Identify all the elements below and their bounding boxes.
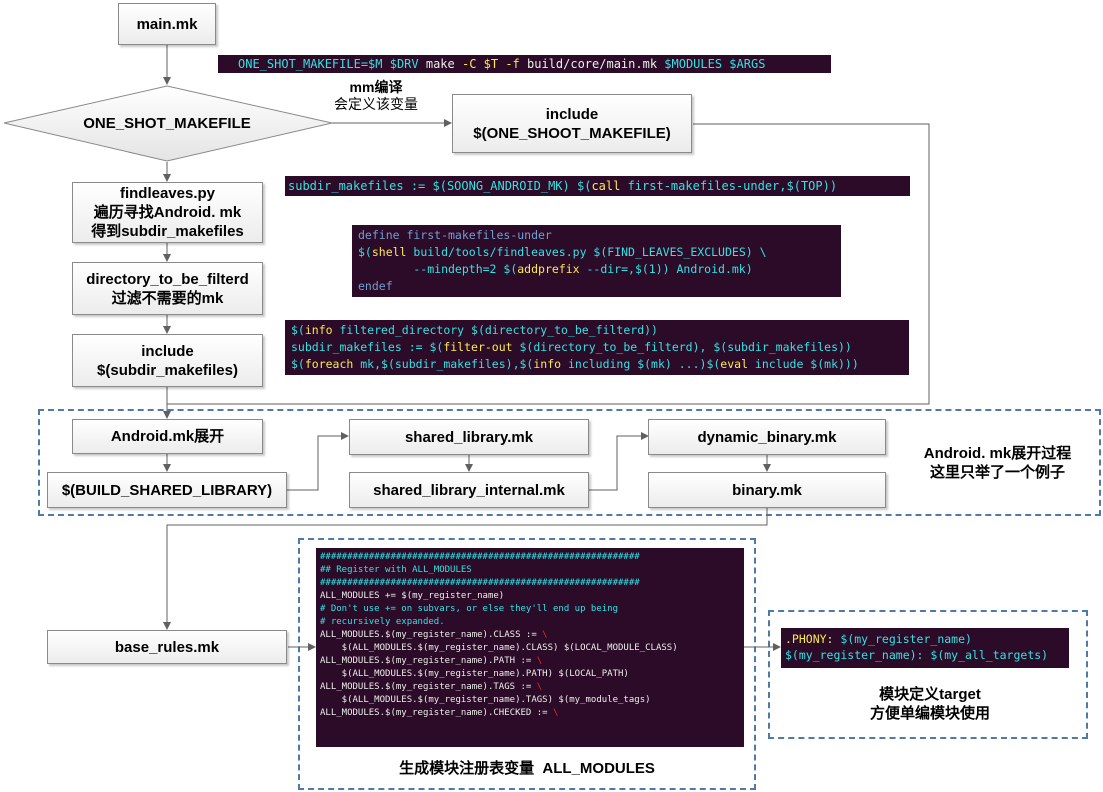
shell-line: $(shell build/tools/findleaves.py $(FIND… <box>358 245 767 259</box>
one-shot-command-line: ONE_SHOT_MAKEFILE=$M $DRV make -C $T -f … <box>238 57 766 71</box>
class-assign-line: ALL_MODULES.$(my_register_name).CLASS :=… <box>320 630 548 640</box>
main-mk-label: main.mk <box>136 15 198 33</box>
findleaves-box: findleaves.py 遍历寻找Android. mk 得到subdir_m… <box>72 182 263 243</box>
one-shot-makefile-command: ONE_SHOT_MAKEFILE=$M $DRV make -C $T -f … <box>218 55 831 73</box>
target-caption-line-2: 方便单编模块使用 <box>869 705 990 722</box>
mm-note-line-2: 会定义该变量 <box>334 96 418 112</box>
checked-assign-line: ALL_MODULES.$(my_register_name).CHECKED … <box>320 708 559 718</box>
hash-line: ########################################… <box>320 552 640 562</box>
dynamic-binary-mk-box: dynamic_binary.mk <box>648 419 886 455</box>
one-shoot-makefile-var: $(ONE_SHOOT_MAKEFILE) <box>473 124 671 142</box>
base-rules-mk-box: base_rules.mk <box>47 630 287 664</box>
mm-note: mm编译 会定义该变量 <box>320 79 432 113</box>
recursive-comment: # recursively expanded. <box>320 617 445 627</box>
subdir-makefiles-var: $(subdir_makefiles) <box>97 361 238 379</box>
define-first-makefiles-code: define first-makefiles-under $(shell buil… <box>352 225 841 297</box>
subdir-makefiles-code: subdir_makefiles := $(SOONG_ANDROID_MK) … <box>285 176 910 196</box>
filter-out-line: subdir_makefiles := $(filter-out $(direc… <box>291 340 852 354</box>
include-subdir-box: include $(subdir_makefiles) <box>72 334 263 387</box>
path-value-line: $(ALL_MODULES.$(my_register_name).PATH) … <box>320 669 629 679</box>
main-mk-box: main.mk <box>118 3 216 45</box>
build-shared-library-box: $(BUILD_SHARED_LIBRARY) <box>47 472 287 508</box>
android-expand-note-line-1: Android. mk展开过程 <box>923 445 1072 462</box>
binary-mk-label: binary.mk <box>732 481 802 499</box>
android-expand-note-line-2: 这里只举了一个例子 <box>929 464 1065 481</box>
all-modules-append-line: ALL_MODULES += $(my_register_name) <box>320 591 505 601</box>
filter-out-code: $(info filtered_directory $(directory_to… <box>285 320 909 375</box>
shared-library-internal-mk-label: shared_library_internal.mk <box>373 481 565 499</box>
mm-note-line-1: mm编译 <box>349 79 403 95</box>
shared-library-internal-mk-box: shared_library_internal.mk <box>349 472 589 508</box>
shared-library-mk-box: shared_library.mk <box>349 419 589 455</box>
foreach-line: $(foreach mk,$(subdir_makefiles),$(info … <box>291 357 859 371</box>
directory-filter-desc: 过滤不需要的mk <box>111 289 224 307</box>
base-rules-mk-label: base_rules.mk <box>114 638 220 656</box>
phony-line: .PHONY: $(my_register_name) <box>785 632 972 646</box>
shared-library-mk-label: shared_library.mk <box>404 428 534 446</box>
info-filtered-line: $(info filtered_directory $(directory_to… <box>291 323 658 337</box>
include-keyword: include <box>141 342 194 360</box>
directory-filter-line: directory_to_be_filterd <box>86 270 249 288</box>
directory-filter-box: directory_to_be_filterd 过滤不需要的mk <box>72 262 263 315</box>
android-mk-expand-label: Android.mk展开 <box>110 428 225 445</box>
include-keyword: include <box>545 105 599 123</box>
phony-target-code: .PHONY: $(my_register_name) $(my_register… <box>781 628 1069 668</box>
findleaves-line: findleaves.py <box>119 185 216 202</box>
findleaves-result-line: 得到subdir_makefiles <box>91 223 244 240</box>
findleaves-desc-line: 遍历寻找Android. mk <box>93 204 242 221</box>
include-one-shoot-box: include $(ONE_SHOOT_MAKEFILE) <box>452 94 692 153</box>
android-mk-expand-box: Android.mk展开 <box>72 419 263 454</box>
mindepth-line: --mindepth=2 $(addprefix --dir=,$(1)) An… <box>358 262 753 276</box>
tags-value-line: $(ALL_MODULES.$(my_register_name).TAGS) … <box>320 695 651 705</box>
define-line: define first-makefiles-under <box>358 228 552 242</box>
register-comment: ## Register with ALL_MODULES <box>320 565 472 575</box>
dynamic-binary-mk-label: dynamic_binary.mk <box>697 428 837 446</box>
register-target-line: $(my_register_name): $(my_all_targets) <box>785 648 1049 662</box>
path-assign-line: ALL_MODULES.$(my_register_name).PATH := … <box>320 656 543 666</box>
class-value-line: $(ALL_MODULES.$(my_register_name).CLASS)… <box>320 643 678 653</box>
build-shared-library-label: $(BUILD_SHARED_LIBRARY) <box>61 481 273 499</box>
tags-assign-line: ALL_MODULES.$(my_register_name).TAGS := … <box>320 682 543 692</box>
subvars-comment: # Don't use += on subvars, or else they'… <box>320 604 619 614</box>
one-shot-makefile-label: ONE_SHOT_MAKEFILE <box>83 115 251 132</box>
endef-line: endef <box>358 279 393 293</box>
hash-line: ########################################… <box>320 578 640 588</box>
target-caption-line-1: 模块定义target <box>879 686 981 703</box>
arrow-build-shared-to-shared-library <box>287 432 349 491</box>
android-expand-note: Android. mk展开过程 这里只举了一个例子 <box>905 444 1090 482</box>
binary-mk-box: binary.mk <box>648 472 886 508</box>
subdir-makefiles-line: subdir_makefiles := $(SOONG_ANDROID_MK) … <box>288 179 838 193</box>
target-caption: 模块定义target 方便单编模块使用 <box>790 685 1070 723</box>
register-all-modules-code: ########################################… <box>316 548 744 747</box>
all-modules-caption: 生成模块注册表变量 ALL_MODULES <box>399 760 655 777</box>
arrow-internal-to-dynamic-binary <box>588 432 649 491</box>
